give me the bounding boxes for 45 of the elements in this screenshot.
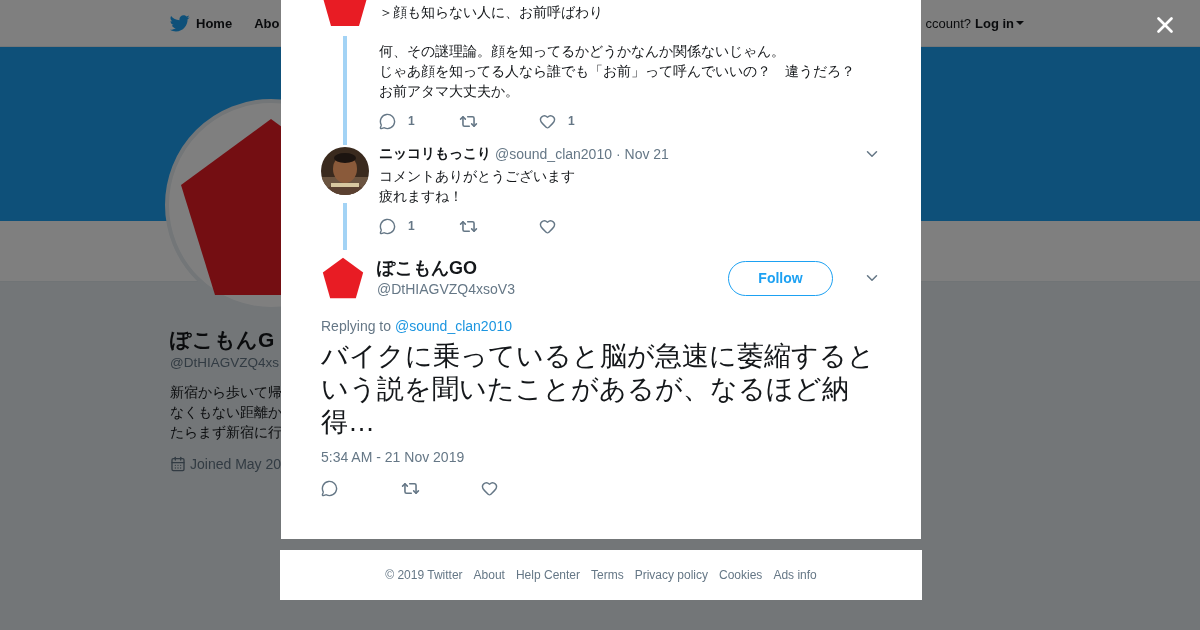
- footer-link[interactable]: About: [473, 568, 505, 582]
- account-prompt: ccount?: [925, 15, 971, 31]
- like-icon[interactable]: [539, 112, 556, 130]
- tweet-text-line: ＞顔も知らない人に、お前呼ばわり: [379, 3, 603, 22]
- footer-link[interactable]: Privacy policy: [634, 568, 708, 582]
- pentagon-avatar-icon: [321, 256, 365, 300]
- tweet-text: バイクに乗っていると脳が急速に萎縮するという説を聞いたことがあるが、なるほど納得…: [321, 340, 876, 439]
- user-handle: @sound_clan2010: [495, 146, 612, 162]
- tweet-text-line: お前アタマ大丈夫か。: [379, 82, 519, 101]
- nav-link[interactable]: Abo: [254, 15, 280, 31]
- nav-link[interactable]: Home: [170, 14, 233, 32]
- calendar-icon: [170, 456, 186, 472]
- profile-handle: @DtHIAGVZQ4xs: [170, 354, 279, 372]
- reply-count: 1: [408, 114, 415, 128]
- like-count: 1: [568, 114, 575, 128]
- footer-link[interactable]: Terms: [591, 568, 624, 582]
- tweet-text-line: じゃあ顔を知ってる人なら誰でも「お前」って呼んでいいの？ 違うだろ？: [379, 62, 855, 81]
- reply-icon[interactable]: [321, 480, 338, 497]
- profile-name: ぽこもんG: [170, 327, 275, 353]
- profile-bio-line: なくもない距離か: [170, 404, 282, 422]
- follow-button[interactable]: Follow: [728, 260, 833, 296]
- user-name[interactable]: ぽこもんGO: [377, 257, 716, 279]
- bird-icon: [170, 14, 190, 32]
- tweet-date[interactable]: · Nov 21: [616, 146, 669, 162]
- footer-link[interactable]: Help Center: [515, 568, 580, 582]
- like-icon[interactable]: [539, 217, 556, 235]
- tweet-text-line: 疲れますね！: [379, 187, 463, 206]
- footer-link[interactable]: © 2019 Twitter: [385, 568, 463, 582]
- user-name[interactable]: ニッコリもっこり: [379, 145, 491, 163]
- reply-icon[interactable]: [379, 112, 396, 130]
- user-handle: @DtHIAGVZQ4xsoV3: [377, 280, 516, 299]
- like-icon[interactable]: [481, 480, 498, 497]
- reply-icon[interactable]: [379, 217, 396, 235]
- reply-count: 1: [408, 219, 415, 233]
- mention-link[interactable]: @sound_clan2010: [395, 318, 513, 334]
- tweet-text-line: コメントありがとうございます: [379, 167, 575, 186]
- joined-date: Joined May 20: [190, 456, 282, 472]
- tweet-text-line: 何、その謎理論。顔を知ってるかどうかなんか関係ないじゃん。: [379, 42, 785, 61]
- footer-link[interactable]: Ads info: [773, 568, 817, 582]
- login-link[interactable]: Log in: [975, 15, 1024, 31]
- tweet-timestamp: 5:34 AM - 21 Nov 2019: [321, 449, 466, 465]
- profile-bio-line: 新宿から歩いて帰: [170, 384, 282, 402]
- profile-bio-line: たらまず新宿に行: [170, 424, 282, 442]
- replying-label: Replying to: [321, 318, 392, 334]
- footer-link[interactable]: Cookies: [719, 568, 763, 582]
